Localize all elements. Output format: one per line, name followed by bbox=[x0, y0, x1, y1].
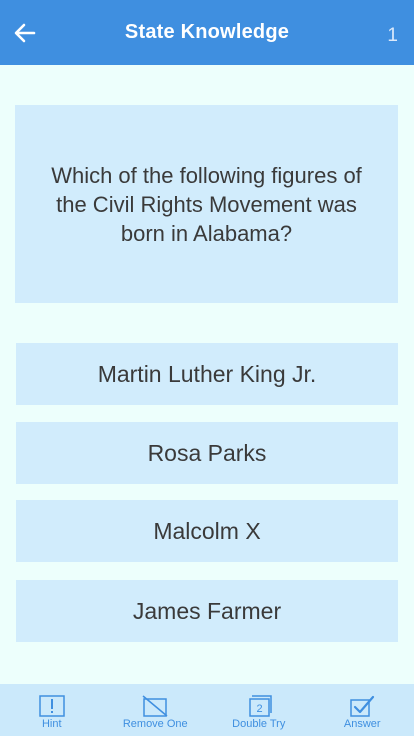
lifeline-toolbar: Hint Remove One 2 Double Try Answer bbox=[0, 684, 414, 736]
answer-option-2[interactable]: Rosa Parks bbox=[16, 422, 398, 484]
hint-button[interactable]: Hint bbox=[0, 684, 104, 736]
page-title: State Knowledge bbox=[124, 21, 290, 43]
answer-option-1[interactable]: Martin Luther King Jr. bbox=[16, 343, 398, 405]
answer-option-4[interactable]: James Farmer bbox=[16, 580, 398, 642]
question-card: Which of the following figures of the Ci… bbox=[15, 105, 398, 303]
number-two-box-icon: 2 bbox=[249, 695, 272, 717]
answer-option-3[interactable]: Malcolm X bbox=[16, 500, 398, 562]
svg-text:2: 2 bbox=[256, 703, 262, 715]
double-try-button[interactable]: 2 Double Try bbox=[207, 684, 311, 736]
top-bar: State Knowledge 1 bbox=[0, 0, 414, 65]
exclamation-icon bbox=[39, 695, 65, 717]
question-text: Which of the following figures of the Ci… bbox=[51, 162, 362, 246]
crossed-box-icon bbox=[142, 695, 168, 717]
question-counter: 1 bbox=[387, 25, 398, 46]
arrow-left-icon bbox=[14, 23, 36, 43]
checkbox-check-icon bbox=[350, 695, 375, 717]
back-button[interactable] bbox=[10, 18, 40, 48]
answer-label: Answer bbox=[343, 718, 381, 730]
remove-one-button[interactable]: Remove One bbox=[104, 684, 208, 736]
remove-one-label: Remove One bbox=[122, 718, 188, 730]
answer-button[interactable]: Answer bbox=[311, 684, 414, 736]
double-try-label: Double Try bbox=[232, 718, 286, 730]
hint-label: Hint bbox=[41, 718, 62, 730]
